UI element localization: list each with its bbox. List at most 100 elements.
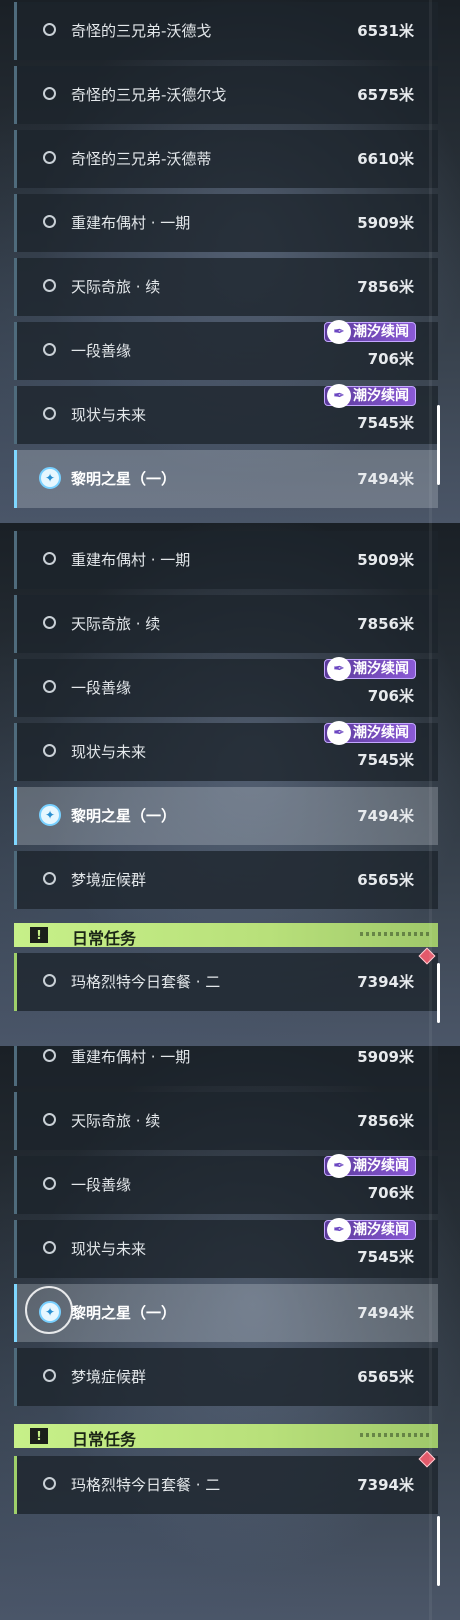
quest-distance: 7494米 [357, 1304, 414, 1322]
scrollbar-thumb[interactable] [437, 1516, 440, 1586]
quest-title: 梦境症候群 [71, 1368, 147, 1386]
quest-row[interactable]: 奇怪的三兄弟-沃德戈 6531米 [14, 2, 438, 60]
daily-quest-header: ! 日常任务 [14, 923, 438, 948]
quest-panel: 重建布偶村 · 一期 5909米 天际奇旅 · 续 7856米 一段善缘 ✒ 潮汐续闻 706… [0, 1046, 460, 1620]
quest-distance: 7545米 [357, 1248, 414, 1266]
quest-distance: 7545米 [357, 751, 414, 769]
radio-circle-icon [43, 343, 56, 356]
quest-title: 重建布偶村 · 一期 [71, 214, 191, 232]
radio-circle-icon [43, 872, 56, 885]
quest-panel: 奇怪的三兄弟-沃德戈 6531米 奇怪的三兄弟-沃德尔戈 6575米 奇怪的三兄弟-沃德… [0, 0, 460, 523]
quest-row[interactable]: 天际奇旅 · 续 7856米 [14, 258, 438, 316]
alert-diamond-icon [418, 947, 436, 965]
feather-icon: ✒ [327, 721, 351, 745]
daily-quest-row[interactable]: 玛格烈特今日套餐 · 二 7394米 [14, 1450, 438, 1514]
quest-title: 现状与未来 [71, 406, 147, 424]
daily-header-title: 日常任务 [72, 929, 137, 948]
feather-icon: ✒ [327, 1154, 351, 1178]
radio-circle-icon [43, 279, 56, 292]
radio-circle-icon [43, 87, 56, 100]
tidal-tag: ✒ 潮汐续闻 [324, 657, 416, 681]
quest-row[interactable]: 重建布偶村 · 一期 5909米 [14, 194, 438, 252]
quest-row[interactable]: 一段善缘 ✒ 潮汐续闻 706米 [14, 1154, 438, 1214]
quest-row[interactable]: 一段善缘 ✒ 潮汐续闻 706米 [14, 657, 438, 717]
tracking-star-icon: ✦ [39, 804, 61, 826]
quest-distance: 6531米 [357, 22, 414, 40]
quest-row[interactable]: ✦ 黎明之星（一） 7494米 [14, 450, 438, 508]
tidal-tag: ✒ 潮汐续闻 [324, 721, 416, 745]
scrollbar-thumb[interactable] [437, 405, 440, 485]
tag-label: 潮汐续闻 [353, 1222, 409, 1238]
tidal-tag: ✒ 潮汐续闻 [324, 320, 416, 344]
quest-title: 黎明之星（一） [71, 1304, 177, 1322]
quest-title: 重建布偶村 · 一期 [71, 1048, 191, 1066]
quest-title: 一段善缘 [71, 679, 132, 697]
quest-row[interactable]: 重建布偶村 · 一期 5909米 [14, 1046, 438, 1086]
quest-row[interactable]: 现状与未来 ✒ 潮汐续闻 7545米 [14, 384, 438, 444]
tag-label: 潮汐续闻 [353, 324, 409, 340]
tag-label: 潮汐续闻 [353, 1158, 409, 1174]
quest-title: 奇怪的三兄弟-沃德尔戈 [71, 86, 227, 104]
quest-title: 天际奇旅 · 续 [71, 278, 161, 296]
quest-distance: 7494米 [357, 807, 414, 825]
alert-diamond-icon [418, 1450, 436, 1468]
radio-circle-icon [43, 1477, 56, 1490]
quest-distance: 6575米 [357, 86, 414, 104]
radio-circle-icon [43, 215, 56, 228]
daily-quest-row[interactable]: 玛格烈特今日套餐 · 二 7394米 [14, 947, 438, 1011]
quest-row[interactable]: 奇怪的三兄弟-沃德尔戈 6575米 [14, 66, 438, 124]
feather-icon: ✒ [327, 1218, 351, 1242]
feather-icon: ✒ [327, 384, 351, 408]
quest-row[interactable]: 现状与未来 ✒ 潮汐续闻 7545米 [14, 1218, 438, 1278]
quest-distance: 706米 [367, 1184, 414, 1202]
quest-distance: 7494米 [357, 470, 414, 488]
radio-circle-icon [43, 552, 56, 565]
quest-distance: 7856米 [357, 1112, 414, 1130]
quest-row[interactable]: 梦境症候群 6565米 [14, 1348, 438, 1406]
focus-ring [25, 1286, 73, 1334]
quest-distance: 7856米 [357, 278, 414, 296]
quest-row[interactable]: ✦ 黎明之星（一） 7494米 [14, 787, 438, 845]
quest-title: 现状与未来 [71, 743, 147, 761]
quest-distance: 7394米 [357, 1476, 414, 1494]
quest-title: 一段善缘 [71, 1176, 132, 1194]
quest-distance: 7856米 [357, 615, 414, 633]
quest-row[interactable]: ✦ 黎明之星（一） 7494米 [14, 1284, 438, 1342]
quest-row[interactable]: 天际奇旅 · 续 7856米 [14, 1092, 438, 1150]
radio-circle-icon [43, 1241, 56, 1254]
feather-icon: ✒ [327, 320, 351, 344]
quest-distance: 7545米 [357, 414, 414, 432]
quest-title: 一段善缘 [71, 342, 132, 360]
tidal-tag: ✒ 潮汐续闻 [324, 1218, 416, 1242]
quest-row[interactable]: 梦境症候群 6565米 [14, 851, 438, 909]
header-decoration [360, 932, 430, 936]
radio-circle-icon [43, 1177, 56, 1190]
quest-distance: 6565米 [357, 871, 414, 889]
radio-circle-icon [43, 974, 56, 987]
quest-title: 梦境症候群 [71, 871, 147, 889]
radio-circle-icon [43, 23, 56, 36]
quest-title: 黎明之星（一） [71, 470, 177, 488]
tidal-tag: ✒ 潮汐续闻 [324, 1154, 416, 1178]
radio-circle-icon [43, 1049, 56, 1062]
quest-distance: 5909米 [357, 214, 414, 232]
header-decoration [360, 1433, 430, 1437]
quest-title: 玛格烈特今日套餐 · 二 [71, 1476, 221, 1494]
quest-row[interactable]: 天际奇旅 · 续 7856米 [14, 595, 438, 653]
exclamation-icon: ! [30, 1428, 48, 1444]
radio-circle-icon [43, 680, 56, 693]
radio-circle-icon [43, 616, 56, 629]
quest-distance: 706米 [367, 350, 414, 368]
radio-circle-icon [43, 1113, 56, 1126]
quest-title: 玛格烈特今日套餐 · 二 [71, 973, 221, 991]
quest-distance: 706米 [367, 687, 414, 705]
quest-row[interactable]: 奇怪的三兄弟-沃德蒂 6610米 [14, 130, 438, 188]
quest-row[interactable]: 重建布偶村 · 一期 5909米 [14, 531, 438, 589]
quest-row[interactable]: 一段善缘 ✒ 潮汐续闻 706米 [14, 320, 438, 380]
scrollbar-thumb[interactable] [437, 963, 440, 1023]
tracking-star-icon: ✦ [39, 467, 61, 489]
quest-title: 天际奇旅 · 续 [71, 615, 161, 633]
tag-label: 潮汐续闻 [353, 388, 409, 404]
quest-row[interactable]: 现状与未来 ✒ 潮汐续闻 7545米 [14, 721, 438, 781]
tidal-tag: ✒ 潮汐续闻 [324, 384, 416, 408]
